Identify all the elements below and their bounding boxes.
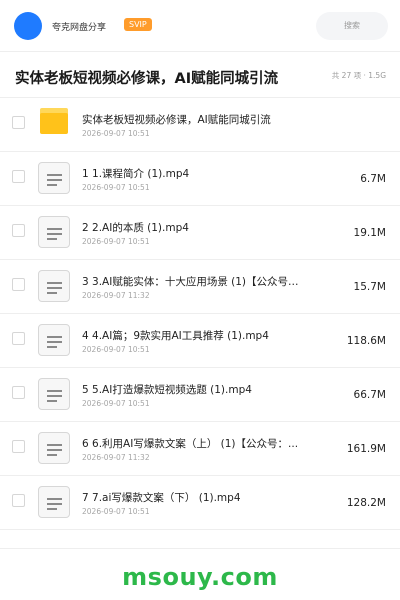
avatar[interactable] [14, 12, 42, 40]
file-date: 2026-09-07 11:32 [82, 291, 150, 300]
file-date: 2026-09-07 10:51 [82, 345, 150, 354]
file-name[interactable]: 5 5.AI打造爆款短视频选题 (1).mp4 [82, 382, 307, 397]
list-item[interactable]: 2 2.AI的本质 (1).mp4 2026-09-07 10:51 19.1M [0, 206, 400, 260]
file-date: 2026-09-07 10:51 [82, 237, 150, 246]
file-icon [38, 324, 70, 356]
folder-header: 实体老板短视频必修课，AI赋能同城引流 共 27 项 · 1.5G [0, 52, 400, 98]
file-size: 19.1M [353, 227, 386, 239]
file-size: 15.7M [353, 281, 386, 293]
watermark-text: msouy.com [122, 563, 278, 591]
file-name[interactable]: 1 1.课程简介 (1).mp4 [82, 166, 307, 181]
file-name[interactable]: 2 2.AI的本质 (1).mp4 [82, 220, 307, 235]
share-owner-name: 夸克网盘分享 [52, 23, 107, 33]
file-icon [38, 486, 70, 518]
select-checkbox[interactable] [12, 116, 25, 129]
svip-badge: SVIP [124, 18, 152, 31]
file-icon [38, 216, 70, 248]
file-icon [38, 378, 70, 410]
file-date: 2026-09-07 10:51 [82, 507, 150, 516]
divider [0, 548, 400, 549]
select-checkbox[interactable] [12, 440, 25, 453]
select-checkbox[interactable] [12, 170, 25, 183]
file-name[interactable]: 3 3.AI赋能实体：十大应用场景 (1)【公众号：... [82, 274, 307, 289]
search-input[interactable]: 搜索 [316, 12, 388, 40]
list-item[interactable]: 6 6.利用AI写爆款文案（上） (1)【公众号：... 2026-09-07 … [0, 422, 400, 476]
top-bar: 夸克网盘分享 SVIP 搜索 [0, 0, 400, 52]
file-icon [38, 270, 70, 302]
page-title: 实体老板短视频必修课，AI赋能同城引流 [15, 71, 279, 87]
file-list: 实体老板短视频必修课，AI赋能同城引流 2026-09-07 10:51 1 1… [0, 98, 400, 530]
select-checkbox[interactable] [12, 278, 25, 291]
file-icon [38, 162, 70, 194]
file-icon [38, 432, 70, 464]
folder-icon [40, 108, 68, 134]
file-size: 128.2M [346, 497, 386, 509]
file-size: 118.6M [346, 335, 386, 347]
list-item[interactable]: 3 3.AI赋能实体：十大应用场景 (1)【公众号：... 2026-09-07… [0, 260, 400, 314]
file-name[interactable]: 4 4.AI篇；9款实用AI工具推荐 (1).mp4 [82, 328, 307, 343]
select-checkbox[interactable] [12, 494, 25, 507]
select-checkbox[interactable] [12, 386, 25, 399]
select-checkbox[interactable] [12, 332, 25, 345]
list-item[interactable]: 4 4.AI篇；9款实用AI工具推荐 (1).mp4 2026-09-07 10… [0, 314, 400, 368]
select-checkbox[interactable] [12, 224, 25, 237]
file-date: 2026-09-07 11:32 [82, 453, 150, 462]
file-size: 66.7M [353, 389, 386, 401]
list-item[interactable]: 实体老板短视频必修课，AI赋能同城引流 2026-09-07 10:51 [0, 98, 400, 152]
file-name[interactable]: 7 7.ai写爆款文案（下） (1).mp4 [82, 490, 307, 505]
file-name[interactable]: 实体老板短视频必修课，AI赋能同城引流 [82, 112, 307, 127]
list-item[interactable]: 5 5.AI打造爆款短视频选题 (1).mp4 2026-09-07 10:51… [0, 368, 400, 422]
file-date: 2026-09-07 10:51 [82, 399, 150, 408]
list-item[interactable]: 7 7.ai写爆款文案（下） (1).mp4 2026-09-07 10:51 … [0, 476, 400, 530]
item-count: 共 27 项 · 1.5G [331, 71, 386, 80]
list-item[interactable]: 1 1.课程简介 (1).mp4 2026-09-07 10:51 6.7M [0, 152, 400, 206]
file-size: 6.7M [360, 173, 386, 185]
file-date: 2026-09-07 10:51 [82, 129, 150, 138]
file-name[interactable]: 6 6.利用AI写爆款文案（上） (1)【公众号：... [82, 436, 307, 451]
file-date: 2026-09-07 10:51 [82, 183, 150, 192]
file-size: 161.9M [346, 443, 386, 455]
